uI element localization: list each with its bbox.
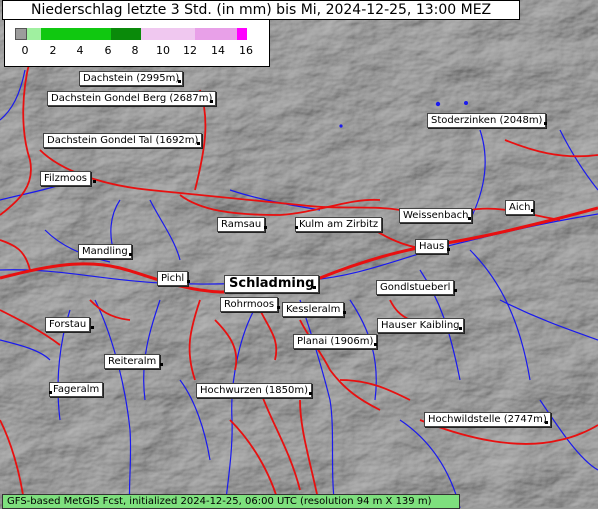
place-marker (49, 391, 52, 394)
map-title: Niederschlag letzte 3 Std. (in mm) bis M… (2, 0, 521, 20)
place-label-fageralm: Fageralm (49, 382, 104, 397)
place-marker (129, 253, 132, 256)
place-label-mandling: Mandling (78, 244, 132, 259)
legend-segment-darkgreen (111, 28, 141, 40)
legend-segment-magenta (237, 28, 247, 40)
place-label-hochwurzen: Hochwurzen (1850m) (196, 383, 313, 398)
place-label-dachstein: Dachstein (2995m) (79, 71, 184, 86)
place-marker (187, 280, 190, 283)
place-label-filzmoos: Filzmoos (40, 171, 92, 186)
legend-segment-pink (195, 28, 237, 40)
place-marker (210, 100, 213, 103)
place-marker (454, 289, 457, 292)
legend-tick: 16 (239, 44, 253, 57)
place-marker (93, 180, 96, 183)
legend-segment-green (41, 28, 111, 40)
place-marker (178, 80, 181, 83)
place-marker (309, 392, 312, 395)
place-label-haus: Haus (415, 239, 449, 254)
place-label-pichl: Pichl (157, 271, 189, 286)
legend-tick: 12 (183, 44, 197, 57)
place-label-gondlstueberl: Gondlstueberl (376, 280, 455, 295)
place-label-ramsau: Ramsau (217, 217, 266, 232)
place-marker (277, 306, 280, 309)
place-label-kulm-am-zirbitz: Kulm am Zirbitz (295, 217, 383, 232)
place-marker (545, 421, 548, 424)
legend-tick: 8 (131, 44, 139, 57)
place-label-forstau: Forstau (45, 317, 91, 332)
legend-tick: 2 (49, 44, 57, 57)
place-marker (91, 326, 94, 329)
place-label-weissenbach: Weissenbach (399, 208, 473, 223)
legend-tick: 14 (211, 44, 225, 57)
place-marker (531, 209, 534, 212)
place-marker (160, 363, 163, 366)
place-label-stoderzinken: Stoderzinken (2048m) (427, 113, 547, 128)
legend-segment-gray (15, 28, 27, 40)
place-marker (544, 122, 547, 125)
place-label-aich: Aich (505, 200, 535, 215)
legend-tick: 4 (76, 44, 84, 57)
place-marker (295, 226, 298, 229)
place-label-reiteralm: Reiteralm (104, 354, 161, 369)
place-marker (447, 248, 450, 251)
place-marker (374, 343, 377, 346)
place-marker (264, 226, 267, 229)
place-marker (313, 286, 316, 289)
legend-tick: 6 (104, 44, 112, 57)
precipitation-legend: 0 2 4 6 8 10 12 14 16 (4, 19, 270, 67)
legend-segment-pink-light (141, 28, 195, 40)
place-marker (197, 142, 200, 145)
model-info-footer: GFS-based MetGIS Fcst, initialized 2024-… (2, 494, 460, 509)
legend-color-bar (15, 28, 247, 40)
place-label-rohrmoos: Rohrmoos (220, 297, 279, 312)
place-marker (459, 327, 462, 330)
legend-tick: 0 (21, 44, 29, 57)
place-label-hauser-kaibling: Hauser Kaibling (377, 318, 464, 333)
place-label-hochwildstelle: Hochwildstelle (2747m) (424, 412, 551, 427)
place-marker (468, 217, 471, 220)
place-marker (343, 311, 346, 314)
place-label-planai: Planai (1906m) (293, 334, 378, 349)
place-label-schladming: Schladming (224, 275, 320, 293)
legend-segment-lightgreen (27, 28, 41, 40)
place-label-dachstein-gondel-berg: Dachstein Gondel Berg (2687m) (47, 91, 217, 106)
place-label-kessleralm: Kessleralm (282, 302, 345, 317)
place-label-dachstein-gondel-tal: Dachstein Gondel Tal (1692m) (43, 133, 203, 148)
legend-tick: 10 (156, 44, 170, 57)
